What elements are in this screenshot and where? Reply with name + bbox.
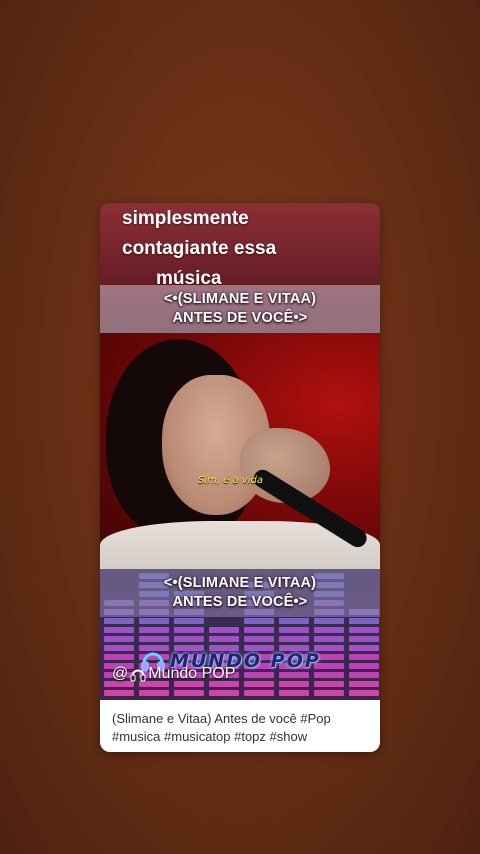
equalizer-bar [104,654,134,660]
equalizer-bar [174,618,204,624]
equalizer-bar [349,618,379,624]
equalizer-bar [314,690,344,696]
equalizer-bar [244,636,274,642]
equalizer-bar [349,681,379,687]
overlay-line-1: simplesmente [122,208,249,229]
song-title-bottom-line-2: ANTES DE VOCÊ•> [172,594,308,610]
equalizer-bar [279,681,309,687]
equalizer-bar [244,690,274,696]
equalizer-bar [314,636,344,642]
video-subtitle: Sim, é a vida [198,475,264,486]
equalizer-bar [279,690,309,696]
equalizer-bar [244,627,274,633]
equalizer-bar [349,636,379,642]
equalizer-bar [349,645,379,651]
equalizer-bar [104,618,134,624]
headphones-icon [130,669,146,681]
equalizer-bar [349,672,379,678]
equalizer-bar [349,627,379,633]
equalizer-bar [174,690,204,696]
equalizer-bar [279,636,309,642]
channel-at: @ [112,665,129,682]
equalizer-bar [139,690,169,696]
equalizer-bar [209,690,239,696]
equalizer-bar [139,627,169,633]
overlay-text: simplesmente contagiante essa música [122,204,322,294]
video-frame[interactable]: Sim, é a vida [100,333,380,569]
post-card[interactable]: simplesmente contagiante essa música Sim… [100,203,380,752]
post-caption: (Slimane e Vitaa) Antes de você #Pop #mu… [112,711,331,744]
equalizer-bar [244,681,274,687]
channel-handle[interactable]: @ Mundo POP [112,665,235,683]
song-title-bottom-line-1: <•(SLIMANE E VITAA) [163,575,317,591]
channel-name: Mundo POP [148,665,236,682]
equalizer-bar [279,618,309,624]
equalizer-bar [174,627,204,633]
equalizer-bar [139,636,169,642]
equalizer-bar [314,681,344,687]
equalizer-bar [104,645,134,651]
song-title-top-line-2: ANTES DE VOCÊ•> [172,310,308,326]
equalizer-bar [209,636,239,642]
equalizer-bar [139,618,169,624]
equalizer-bar [104,627,134,633]
post-media[interactable]: simplesmente contagiante essa música Sim… [100,203,380,700]
song-title-top: <•(SLIMANE E VITAA) ANTES DE VOCÊ•> [100,285,380,333]
equalizer-bar [174,636,204,642]
equalizer-bar [104,636,134,642]
equalizer-bar [104,690,134,696]
equalizer-bar [349,690,379,696]
equalizer-bar [209,627,239,633]
overlay-line-2: contagiante essa [122,238,277,259]
equalizer-bar [244,618,274,624]
equalizer-bar [349,663,379,669]
song-title-bottom: <•(SLIMANE E VITAA) ANTES DE VOCÊ•> [100,569,380,617]
equalizer-bar [314,627,344,633]
equalizer-bar [314,618,344,624]
song-title-top-line-1: <•(SLIMANE E VITAA) [163,291,317,307]
equalizer-bar [279,627,309,633]
equalizer-bar [349,654,379,660]
